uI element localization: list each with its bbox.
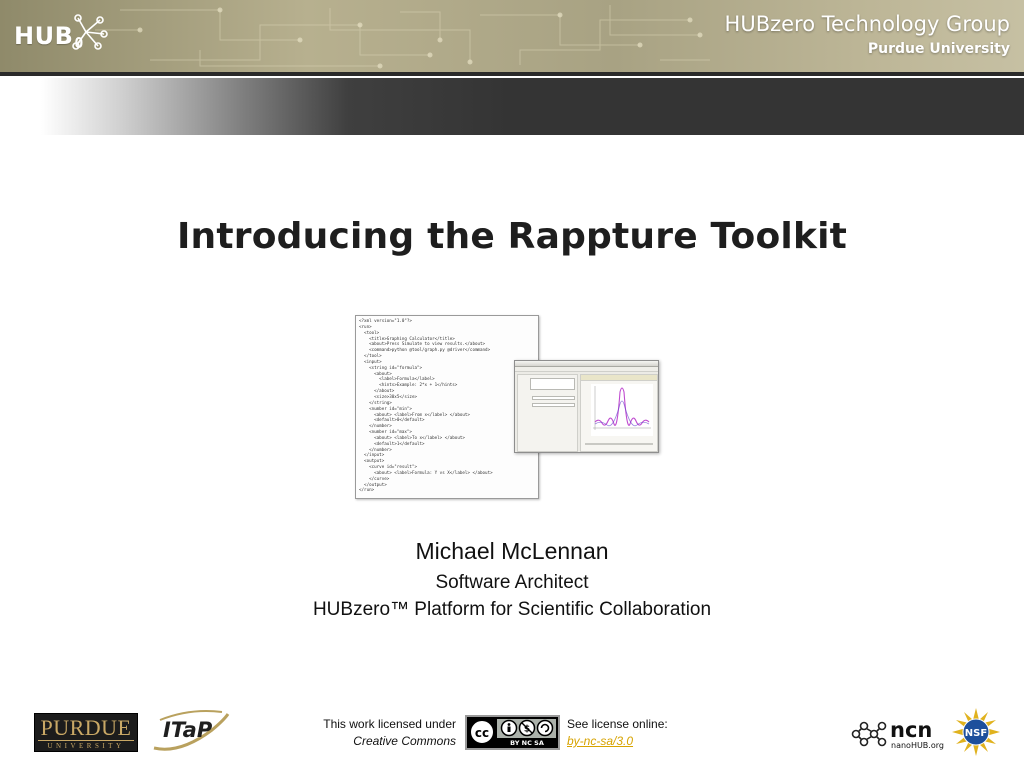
author-role: Software Architect	[435, 572, 589, 593]
app-output-panel	[580, 374, 658, 452]
app-formula-field	[530, 378, 575, 390]
nanohub-logo-text: nanoHUB.org	[891, 741, 944, 750]
purdue-logo-rule	[38, 740, 134, 741]
purdue-logo[interactable]: PURDUE UNIVERSITY	[34, 713, 138, 752]
app-tabstrip	[581, 375, 657, 381]
hub-logo-text: HUB	[14, 22, 74, 50]
license-online-label: See license online:	[567, 717, 668, 731]
xml-code-lines: <?xml version="1.0"?> <run> <tool> <title…	[359, 318, 535, 493]
ncn-logo-text: ncn	[890, 718, 932, 742]
banner-divider	[0, 72, 1024, 76]
xml-code-image: <?xml version="1.0"?> <run> <tool> <title…	[355, 315, 539, 499]
cc-badge-label: BY NC SA	[510, 739, 544, 747]
app-plot	[591, 384, 653, 436]
circuit-pattern	[95, 5, 710, 69]
license-line-1: This work licensed under	[323, 717, 456, 731]
cc-by-nc-sa-icon: cc $ BY NC SA	[467, 717, 558, 748]
xml-code-line: </run>	[359, 487, 375, 493]
license-online: See license online: by-nc-sa/3.0	[567, 716, 727, 750]
slide-title: Introducing the Rappture Toolkit	[176, 216, 848, 257]
sinc-plot-icon	[593, 386, 651, 430]
license-line-2: Creative Commons	[353, 734, 456, 748]
hub-network-icon	[72, 14, 108, 50]
app-slider	[585, 443, 653, 445]
graphing-calculator-screenshot	[514, 360, 659, 453]
org-subtitle: Purdue University	[867, 41, 1010, 57]
nsf-logo-text: NSF	[965, 728, 987, 739]
license-notice: This work licensed under Creative Common…	[250, 716, 456, 750]
author-name: Michael McLennan	[415, 538, 609, 564]
header-banner: HUB 0 HUBzero Technology Group Purdue Un…	[0, 0, 1024, 76]
license-link[interactable]: by-nc-sa/3.0	[567, 733, 727, 750]
nsf-logo[interactable]: NSF	[952, 708, 1000, 756]
author-organization: HUBzero™ Platform for Scientific Collabo…	[312, 599, 712, 620]
nsf-seal-icon: NSF	[952, 708, 1000, 756]
itap-logo-text: ITaP	[163, 718, 213, 742]
purdue-logo-main: PURDUE	[40, 715, 132, 740]
svg-text:cc: cc	[475, 726, 489, 740]
app-menubar	[515, 367, 658, 372]
app-from-field	[532, 396, 575, 400]
org-title: HUBzero Technology Group	[724, 12, 1010, 36]
app-input-panel	[517, 374, 578, 452]
cc-license-badge[interactable]: cc $ BY NC SA	[465, 715, 560, 750]
app-to-field	[532, 403, 575, 407]
ncn-nanohub-logo[interactable]: ncn nanoHUB.org	[850, 712, 950, 752]
gradient-bar	[0, 78, 1024, 135]
itap-logo[interactable]: ITaP	[150, 708, 230, 754]
purdue-logo-sub: UNIVERSITY	[47, 742, 125, 750]
hub-logo[interactable]: HUB 0	[14, 14, 108, 56]
ncn-molecule-icon: ncn nanoHUB.org	[851, 718, 944, 750]
